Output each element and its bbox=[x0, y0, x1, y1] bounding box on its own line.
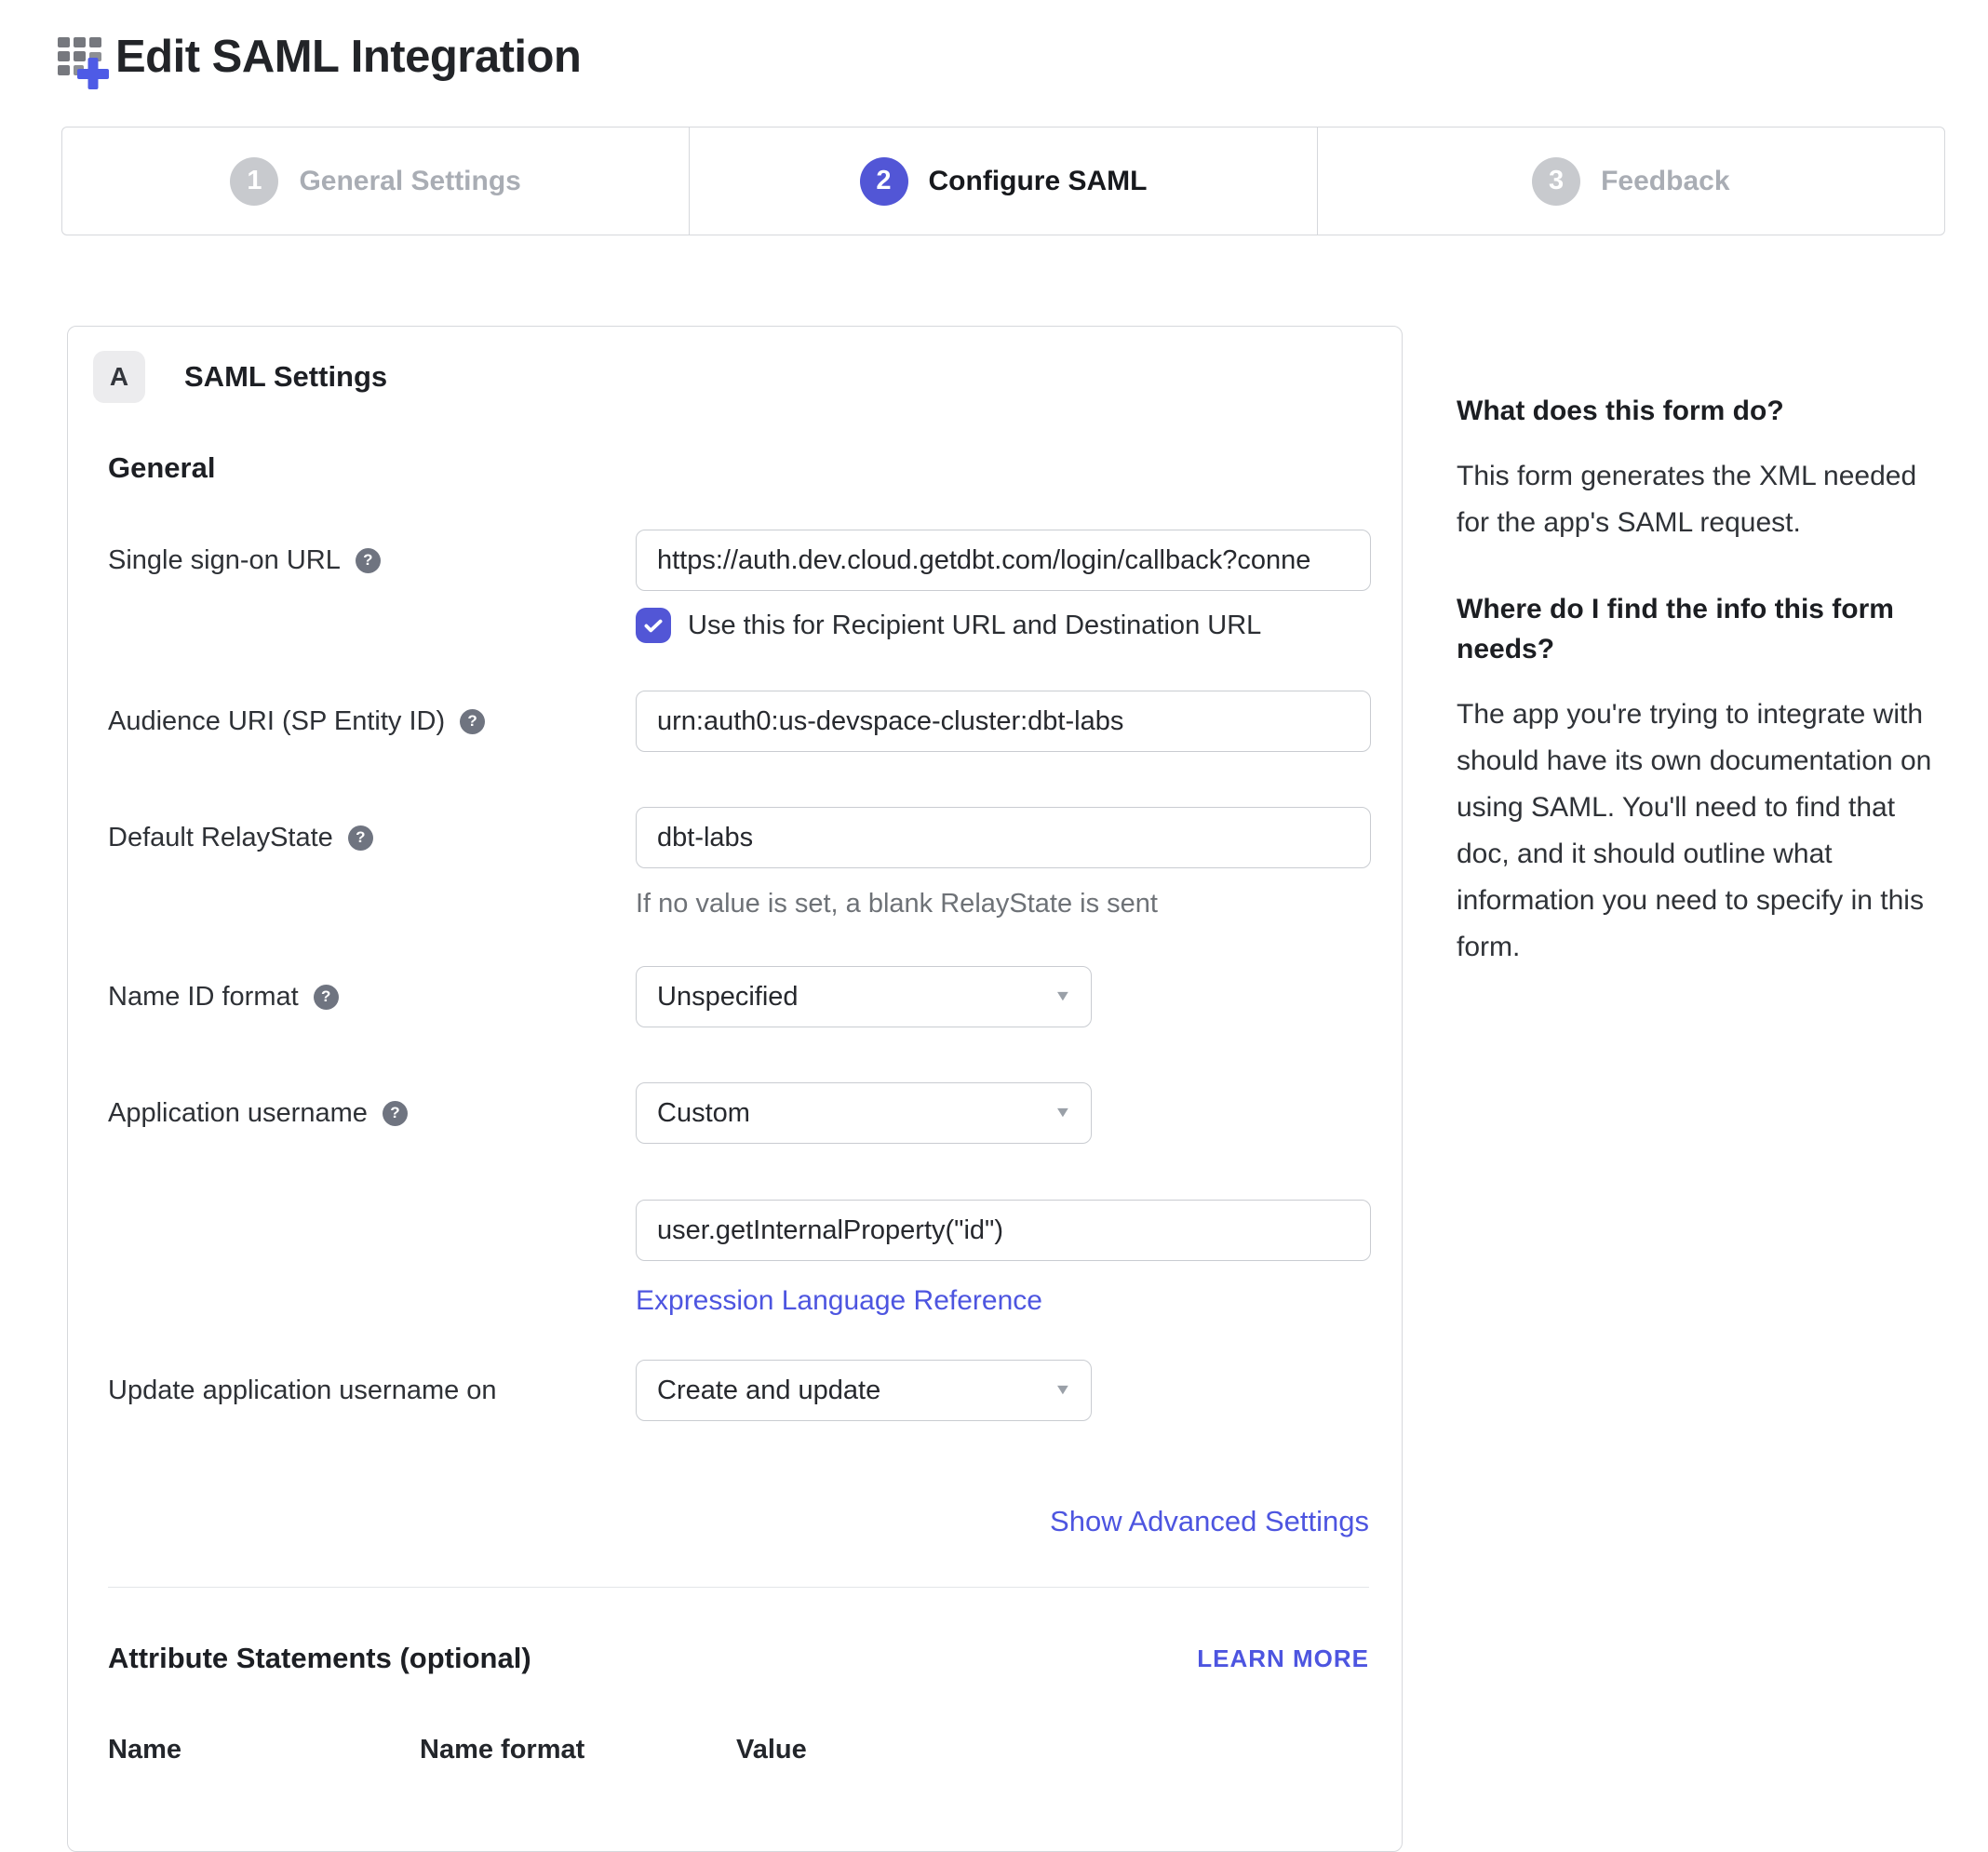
step-general-settings[interactable]: 1 General Settings bbox=[62, 127, 689, 235]
help-icon[interactable]: ? bbox=[460, 709, 485, 734]
saml-settings-panel: A SAML Settings General Single sign-on U… bbox=[67, 326, 1403, 1852]
attribute-columns-row: Name Name format Value bbox=[108, 1735, 1369, 1765]
sso-url-input[interactable] bbox=[636, 530, 1371, 591]
step-number-badge: 3 bbox=[1532, 157, 1580, 206]
field-label: Single sign-on URL ? bbox=[108, 530, 636, 591]
caret-down-icon: ▼ bbox=[1054, 1382, 1072, 1399]
attribute-statements-title: Attribute Statements (optional) bbox=[108, 1642, 531, 1675]
audience-uri-label: Audience URI (SP Entity ID) bbox=[108, 691, 445, 752]
step-label: Configure SAML bbox=[929, 166, 1148, 197]
step-configure-saml[interactable]: 2 Configure SAML bbox=[689, 127, 1316, 235]
nameid-format-dropdown[interactable]: Unspecified ▼ bbox=[636, 966, 1092, 1027]
field-row-application-username: Application username ? Custom ▼ Expressi… bbox=[108, 1082, 1369, 1317]
field-label: Audience URI (SP Entity ID) ? bbox=[108, 691, 636, 752]
dropdown-selected-value: Unspecified bbox=[657, 982, 799, 1013]
update-username-label: Update application username on bbox=[108, 1360, 497, 1421]
help-sidebar: What does this form do? This form genera… bbox=[1457, 391, 1947, 971]
sidebar-answer-1: This form generates the XML needed for t… bbox=[1457, 453, 1947, 546]
page-title: Edit SAML Integration bbox=[115, 31, 581, 83]
field-label: Name ID format ? bbox=[108, 966, 636, 1027]
field-label: Update application username on bbox=[108, 1360, 636, 1421]
field-row-nameid-format: Name ID format ? Unspecified ▼ bbox=[108, 966, 1369, 1027]
panel-header: A SAML Settings bbox=[108, 351, 1369, 403]
general-group-title: General bbox=[108, 451, 1369, 485]
checkbox-checked-icon[interactable] bbox=[636, 608, 671, 643]
show-advanced-settings-link[interactable]: Show Advanced Settings bbox=[1050, 1505, 1369, 1538]
nameid-format-label: Name ID format bbox=[108, 966, 299, 1027]
field-row-sso: Single sign-on URL ? Use this for Recipi… bbox=[108, 530, 1369, 643]
learn-more-link[interactable]: LEARN MORE bbox=[1197, 1644, 1369, 1673]
relaystate-input[interactable] bbox=[636, 807, 1371, 868]
help-icon[interactable]: ? bbox=[356, 548, 381, 573]
grid-plus-icon bbox=[54, 24, 114, 89]
sso-url-label: Single sign-on URL bbox=[108, 530, 341, 591]
help-icon[interactable]: ? bbox=[314, 985, 339, 1010]
help-icon[interactable]: ? bbox=[383, 1101, 408, 1126]
page-header: Edit SAML Integration bbox=[54, 24, 1988, 89]
step-label: Feedback bbox=[1601, 166, 1729, 197]
section-title: SAML Settings bbox=[184, 360, 387, 394]
caret-down-icon: ▼ bbox=[1054, 1105, 1072, 1121]
content-area: A SAML Settings General Single sign-on U… bbox=[0, 326, 1988, 1852]
step-number-badge: 2 bbox=[860, 157, 908, 206]
field-row-relaystate: Default RelayState ? If no value is set,… bbox=[108, 807, 1369, 919]
step-feedback[interactable]: 3 Feedback bbox=[1317, 127, 1944, 235]
sidebar-question-1: What does this form do? bbox=[1457, 391, 1947, 431]
field-row-update-username: Update application username on Create an… bbox=[108, 1360, 1369, 1421]
field-label: Application username ? bbox=[108, 1082, 636, 1144]
advanced-settings-row: Show Advanced Settings bbox=[108, 1505, 1369, 1538]
sidebar-answer-2: The app you're trying to integrate with … bbox=[1457, 691, 1947, 971]
section-a-badge: A bbox=[93, 351, 145, 403]
audience-uri-input[interactable] bbox=[636, 691, 1371, 752]
recipient-url-checkbox-row[interactable]: Use this for Recipient URL and Destinati… bbox=[636, 608, 1371, 643]
attribute-statements-header: Attribute Statements (optional) LEARN MO… bbox=[108, 1642, 1369, 1675]
expression-language-reference-link[interactable]: Expression Language Reference bbox=[636, 1285, 1042, 1317]
step-label: General Settings bbox=[299, 166, 520, 197]
relaystate-hint: If no value is set, a blank RelayState i… bbox=[636, 889, 1371, 919]
column-header-value: Value bbox=[736, 1735, 807, 1765]
custom-expression-input[interactable] bbox=[636, 1200, 1371, 1261]
caret-down-icon: ▼ bbox=[1054, 988, 1072, 1005]
wizard-steps: 1 General Settings 2 Configure SAML 3 Fe… bbox=[61, 127, 1945, 235]
column-header-name: Name bbox=[108, 1735, 420, 1765]
sidebar-question-2: Where do I find the info this form needs… bbox=[1457, 589, 1947, 669]
checkbox-label: Use this for Recipient URL and Destinati… bbox=[688, 611, 1261, 641]
relaystate-label: Default RelayState bbox=[108, 807, 333, 868]
update-username-dropdown[interactable]: Create and update ▼ bbox=[636, 1360, 1092, 1421]
field-label: Default RelayState ? bbox=[108, 807, 636, 868]
dropdown-selected-value: Create and update bbox=[657, 1376, 880, 1406]
application-username-label: Application username bbox=[108, 1082, 368, 1144]
dropdown-selected-value: Custom bbox=[657, 1098, 750, 1129]
column-header-name-format: Name format bbox=[420, 1735, 736, 1765]
application-username-dropdown[interactable]: Custom ▼ bbox=[636, 1082, 1092, 1144]
field-row-audience-uri: Audience URI (SP Entity ID) ? bbox=[108, 691, 1369, 752]
section-divider bbox=[108, 1587, 1369, 1588]
help-icon[interactable]: ? bbox=[348, 825, 373, 851]
step-number-badge: 1 bbox=[230, 157, 278, 206]
